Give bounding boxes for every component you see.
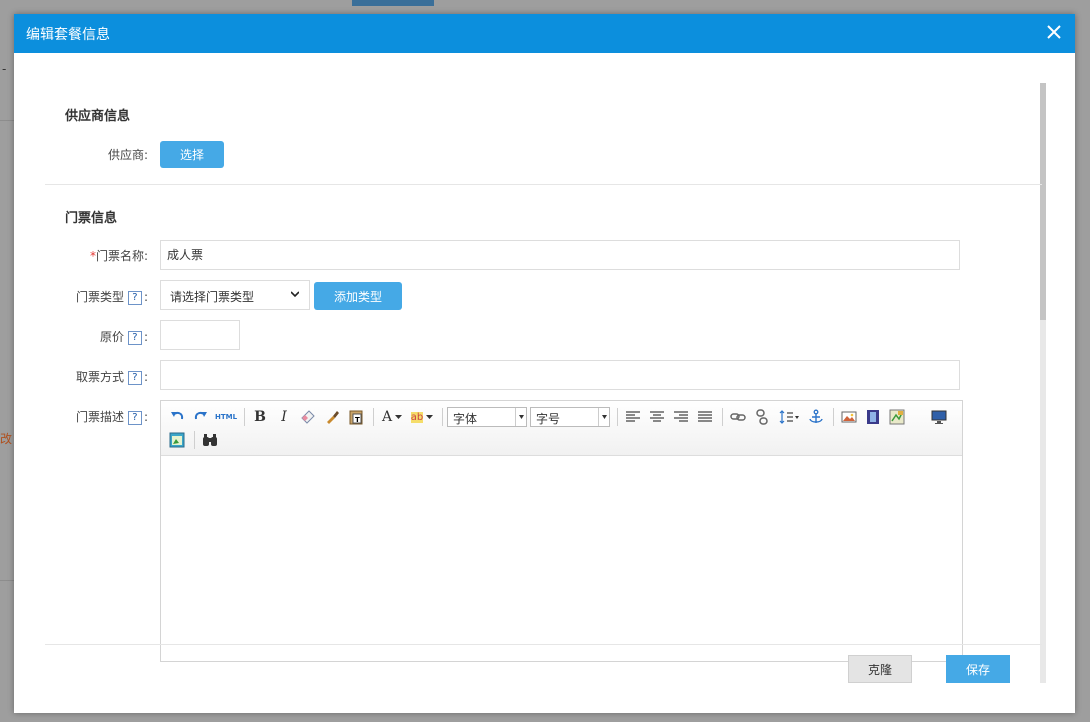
background-active-tab xyxy=(352,0,434,6)
ticket-name-label: *门票名称: xyxy=(28,247,148,264)
original-price-label-text: 原价 xyxy=(99,330,124,344)
bold-button[interactable]: B xyxy=(249,407,271,427)
format-brush-icon[interactable] xyxy=(321,407,343,427)
ticket-type-label: 门票类型?: xyxy=(28,288,148,305)
preview-monitor-icon[interactable] xyxy=(928,407,950,427)
toolbar-separator xyxy=(833,408,834,426)
clone-button[interactable]: 克隆 xyxy=(848,655,912,683)
insert-template-icon[interactable] xyxy=(166,430,188,450)
font-size-value: 字号 xyxy=(536,412,561,426)
chevron-down-icon xyxy=(291,291,299,298)
paste-text-icon[interactable]: T xyxy=(345,407,367,427)
font-size-select[interactable]: 字号 xyxy=(530,407,610,427)
scrollbar-thumb[interactable] xyxy=(1040,83,1046,320)
help-icon[interactable]: ? xyxy=(127,370,142,385)
insert-image-icon[interactable] xyxy=(838,407,860,427)
ticket-type-select-value: 请选择门票类型 xyxy=(170,290,255,304)
unlink-icon[interactable] xyxy=(751,407,773,427)
background-line xyxy=(0,580,14,581)
dropdown-arrow-icon xyxy=(598,408,609,426)
help-icon[interactable]: ? xyxy=(127,330,142,345)
svg-text:T: T xyxy=(355,416,360,424)
ticket-description-label-text: 门票描述 xyxy=(75,410,124,424)
ticket-section-title: 门票信息 xyxy=(65,211,118,226)
colon: : xyxy=(143,290,148,304)
close-icon[interactable] xyxy=(1045,23,1063,41)
colon: : xyxy=(143,330,148,344)
eraser-icon[interactable] xyxy=(297,407,319,427)
font-family-select[interactable]: 字体 xyxy=(447,407,527,427)
dialog-title: 编辑套餐信息 xyxy=(26,27,110,43)
toolbar-separator xyxy=(617,408,618,426)
line-height-icon[interactable] xyxy=(775,407,803,427)
editor-toolbar: HTML B I T A ab 字体 字号 xyxy=(161,401,962,456)
add-type-button[interactable]: 添加类型 xyxy=(314,282,402,310)
italic-button[interactable]: I xyxy=(273,407,295,427)
link-icon[interactable] xyxy=(727,407,749,427)
section-divider xyxy=(45,184,1042,185)
text-color-glyph: A xyxy=(381,409,393,425)
align-right-icon[interactable] xyxy=(670,407,692,427)
align-justify-icon[interactable] xyxy=(694,407,716,427)
edit-package-dialog: 编辑套餐信息 供应商信息 供应商: 选择 门票信息 *门票名称: 成人票 门票类… xyxy=(14,14,1075,713)
align-left-icon[interactable] xyxy=(622,407,644,427)
editor-content-area[interactable] xyxy=(161,456,962,661)
pickup-method-label-text: 取票方式 xyxy=(75,370,124,384)
font-family-value: 字体 xyxy=(453,412,478,426)
footer-divider xyxy=(45,644,1042,645)
insert-video-icon[interactable] xyxy=(862,407,884,427)
highlight-color-button[interactable]: ab xyxy=(408,407,436,427)
background-dash: - xyxy=(2,62,7,76)
pickup-method-input[interactable] xyxy=(160,360,960,390)
ticket-description-label: 门票描述?: xyxy=(28,408,148,425)
supplier-label: 供应商: xyxy=(107,148,148,162)
rich-text-editor: HTML B I T A ab 字体 字号 xyxy=(160,400,963,662)
redo-icon[interactable] xyxy=(190,407,212,427)
colon: : xyxy=(143,370,148,384)
dialog-header: 编辑套餐信息 xyxy=(14,14,1075,53)
dialog-scrollbar[interactable] xyxy=(1040,83,1046,683)
highlight-glyph: ab xyxy=(410,411,424,423)
supplier-section-title: 供应商信息 xyxy=(65,109,131,124)
ticket-name-input[interactable]: 成人票 xyxy=(160,240,960,270)
dropdown-arrow-icon xyxy=(515,408,526,426)
toolbar-separator xyxy=(244,408,245,426)
undo-icon[interactable] xyxy=(166,407,188,427)
search-replace-icon[interactable] xyxy=(199,430,221,450)
background-line xyxy=(0,120,14,121)
background-side-text: 改 xyxy=(0,432,13,446)
text-color-button[interactable]: A xyxy=(378,407,406,427)
ticket-type-label-text: 门票类型 xyxy=(75,290,124,304)
toolbar-separator xyxy=(722,408,723,426)
original-price-input[interactable] xyxy=(160,320,240,350)
original-price-label: 原价?: xyxy=(28,328,148,345)
help-icon[interactable]: ? xyxy=(127,290,142,305)
ticket-name-label-text: 门票名称: xyxy=(95,249,148,263)
ticket-type-select[interactable]: 请选择门票类型 xyxy=(160,280,310,310)
align-center-icon[interactable] xyxy=(646,407,668,427)
pickup-method-label: 取票方式?: xyxy=(28,368,148,385)
select-supplier-button[interactable]: 选择 xyxy=(160,141,224,168)
insert-map-icon[interactable] xyxy=(886,407,908,427)
toolbar-separator xyxy=(373,408,374,426)
colon: : xyxy=(143,410,148,424)
toolbar-separator xyxy=(194,431,195,449)
anchor-icon[interactable] xyxy=(805,407,827,427)
toolbar-separator xyxy=(442,408,443,426)
html-source-button[interactable]: HTML xyxy=(214,407,238,427)
save-button[interactable]: 保存 xyxy=(946,655,1010,683)
help-icon[interactable]: ? xyxy=(127,410,142,425)
